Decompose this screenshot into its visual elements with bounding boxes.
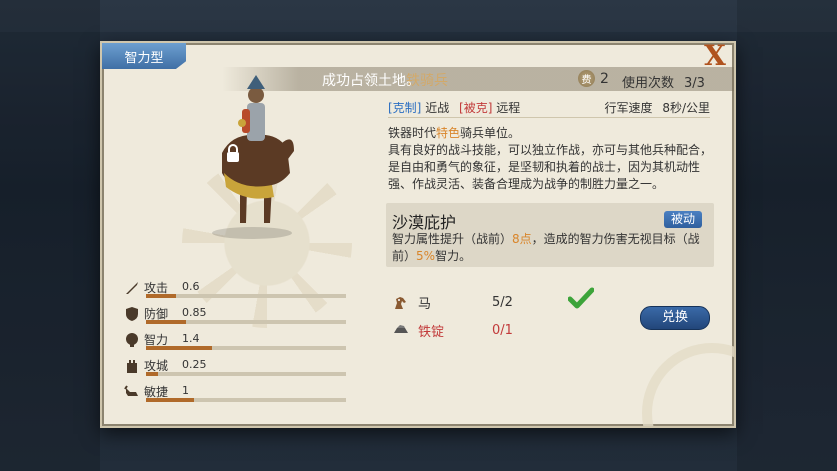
unit-description: 铁器时代特色骑兵单位。 具有良好的战斗技能，可以独立作战，亦可与其他兵种配合，是… (388, 125, 714, 193)
desc-highlight: 特色 (436, 126, 461, 140)
stat-bar (146, 320, 346, 324)
cost-coin-icon: 费 (578, 70, 595, 87)
background-left-panel (0, 0, 100, 471)
unit-detail-dialog: 智力型 X 铁骑兵 成功占领土地。 费 2 使用次数 3/3 [克制] 近战 [被… (100, 41, 736, 428)
stat-bar (146, 372, 346, 376)
counter-row: [克制] 近战 [被克] 远程 行军速度 8秒/公里 (388, 99, 710, 116)
requirement-ingot: 铁锭 0/1 (392, 321, 552, 340)
sword-icon (126, 282, 138, 294)
stat-value: 0.25 (182, 358, 207, 371)
uses-value: 3/3 (684, 76, 705, 91)
desc-part2: 骑兵单位。 (460, 126, 521, 140)
stat-bar-fill (146, 346, 212, 350)
cost: 费 2 (578, 70, 609, 87)
speed-value: 8秒/公里 (662, 101, 710, 115)
stat-bar (146, 398, 346, 402)
countered-value: 远程 (496, 101, 521, 115)
stat-bar-fill (146, 320, 186, 324)
unit-portrait (212, 75, 294, 239)
stat-intelligence: 智力 1.4 (124, 331, 354, 355)
stat-bar-fill (146, 398, 194, 402)
compass-decoration-2 (642, 343, 734, 426)
uses-label: 使用次数 (622, 76, 675, 91)
uses: 使用次数 3/3 (622, 72, 705, 91)
skill-val1: 8点 (512, 232, 532, 246)
divider (388, 117, 710, 118)
shield-icon (126, 307, 138, 321)
requirement-amount: 5/2 (492, 295, 513, 310)
speed-label: 行军速度 (604, 101, 653, 115)
stat-value: 0.85 (182, 306, 207, 319)
requirement-amount: 0/1 (492, 323, 513, 338)
stat-bar (146, 346, 346, 350)
check-icon (568, 287, 594, 309)
requirement-name: 马 (418, 297, 432, 312)
counter-label: [克制] (388, 101, 422, 115)
cost-value: 2 (600, 70, 609, 87)
stat-bar (146, 294, 346, 298)
stat-defense: 防御 0.85 (124, 305, 354, 329)
skill-description: 智力属性提升（战前）8点，造成的智力伤害无视目标（战前）5%智力。 (392, 231, 712, 265)
exchange-button[interactable]: 兑换 (640, 306, 710, 330)
stat-bar-fill (146, 294, 176, 298)
stat-siege: 攻城 0.25 (124, 357, 354, 381)
speed: 行军速度 8秒/公里 (604, 99, 710, 116)
horse-icon (392, 295, 410, 311)
countered-label: [被克] (459, 101, 493, 115)
notice-text: 成功占领土地。 (322, 70, 420, 90)
skill-val2: 5% (416, 249, 436, 263)
stat-value: 1.4 (182, 332, 200, 345)
notice-suffix: 成功占领土地。 (322, 73, 420, 89)
ingot-icon (392, 323, 410, 339)
stat-bar-fill (146, 372, 158, 376)
requirement-name: 铁锭 (418, 325, 445, 340)
counter-value: 近战 (425, 101, 450, 115)
skill-text1: 智力属性提升（战前） (392, 232, 513, 246)
desc-line2: 具有良好的战斗技能，可以独立作战，亦可与其他兵种配合，是自由和勇气的象征，是坚韧… (388, 143, 713, 191)
background-right-panel (737, 0, 837, 471)
requirement-horse: 马 5/2 (392, 293, 552, 312)
stat-attack: 攻击 0.6 (124, 279, 354, 303)
skill-text3: 智力。 (435, 249, 472, 263)
skill-name: 沙漠庇护 (392, 213, 457, 232)
background-bar (0, 0, 837, 32)
unit-type-tab: 智力型 (102, 43, 186, 69)
lock-icon (227, 144, 239, 162)
brain-icon (126, 333, 138, 347)
skill-box: 沙漠庇护 被动 智力属性提升（战前）8点，造成的智力伤害无视目标（战前）5%智力… (386, 203, 714, 267)
desc-part1: 铁器时代 (388, 126, 437, 140)
stat-agility: 敏捷 1 (124, 383, 354, 407)
boot-icon (124, 385, 138, 396)
stat-value: 1 (182, 384, 189, 397)
tower-icon (127, 360, 137, 373)
passive-badge: 被动 (664, 211, 702, 228)
stat-value: 0.6 (182, 280, 200, 293)
